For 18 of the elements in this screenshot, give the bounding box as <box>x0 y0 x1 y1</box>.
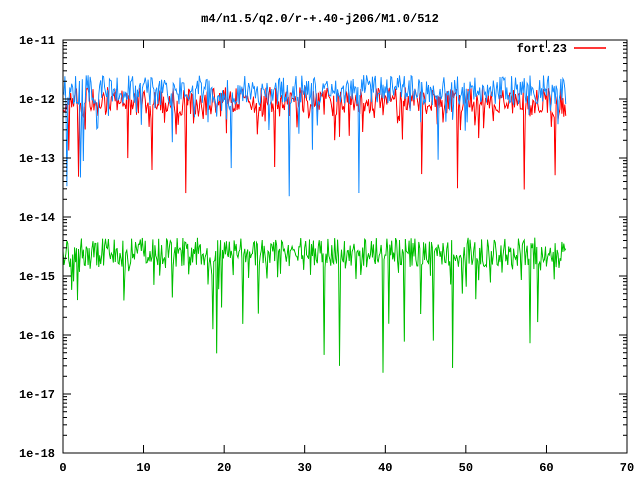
x-tick-label: 10 <box>136 461 151 475</box>
x-tick-label: 0 <box>59 461 67 475</box>
x-tick-label: 30 <box>298 461 312 475</box>
y-tick-label: 1e-16 <box>18 329 55 343</box>
chart-title: m4/n1.5/q2.0/r-+.40-j206/M1.0/512 <box>201 12 439 26</box>
x-tick-label: 20 <box>216 461 232 475</box>
y-tick-label: 1e-14 <box>18 211 55 225</box>
x-tick-label: 40 <box>378 461 392 475</box>
y-tick-label: 1e-12 <box>18 93 55 107</box>
y-tick-label: 1e-13 <box>18 152 55 166</box>
x-tick-label: 50 <box>458 461 474 475</box>
y-tick-label: 1e-17 <box>18 388 55 402</box>
x-tick-label: 60 <box>539 461 554 475</box>
y-tick-label: 1e-18 <box>18 447 55 461</box>
y-tick-label: 1e-15 <box>18 270 55 284</box>
x-tick-label: 70 <box>620 461 634 475</box>
y-tick-label: 1e-11 <box>18 34 55 48</box>
legend-label: fort.23 <box>516 42 567 56</box>
